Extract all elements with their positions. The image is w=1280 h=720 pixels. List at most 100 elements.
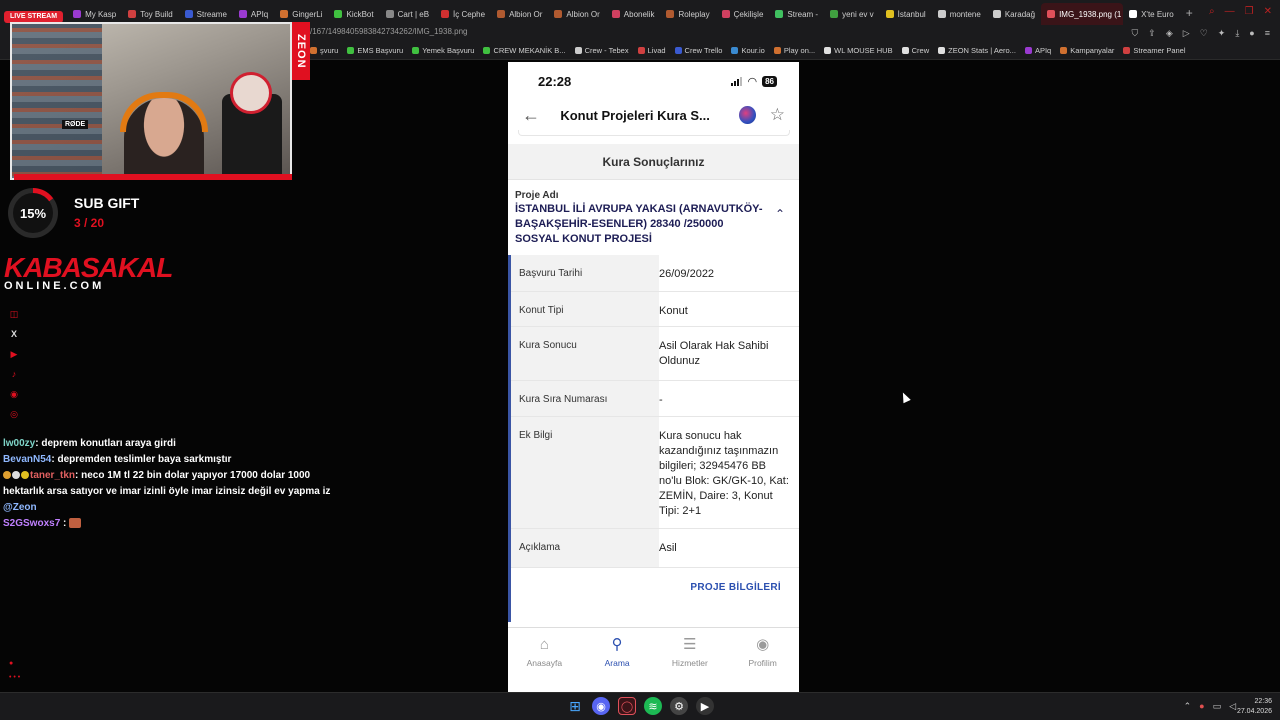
menu-icon[interactable]: ≡ (1265, 28, 1270, 39)
tab-label: Anasayfa (526, 658, 563, 668)
project-info-button[interactable]: PROJE BİLGİLERİ (690, 582, 781, 593)
extensions-icon[interactable]: ✦ (1218, 28, 1226, 39)
chat-emote-icon (69, 518, 82, 529)
bookmark-favicon-icon (1123, 47, 1131, 54)
browser-app-icon[interactable]: ◯ (618, 697, 636, 715)
assistant-icon[interactable] (738, 106, 756, 124)
bookmark-label: APIq (1034, 46, 1052, 55)
spotify-app-icon[interactable]: ≋ (644, 697, 662, 715)
search-tabs-icon[interactable]: ⌕ (1209, 6, 1215, 17)
bottom-tab-bar: ⌂ Anasayfa ⚲ Arama ☰ Hizmetler ◉ Profilim (508, 627, 799, 692)
browser-tab[interactable]: Abonelik (606, 3, 661, 25)
bookmark-item[interactable]: şvuru (310, 46, 338, 55)
close-icon[interactable]: ✕ (1264, 6, 1272, 17)
browser-tab[interactable]: Albion Or (548, 3, 605, 25)
play-icon[interactable]: ▷ (1183, 28, 1190, 39)
chat-badge-icon (3, 471, 11, 480)
signal-icon (731, 76, 743, 86)
browser-tab[interactable]: Stream - (769, 3, 824, 25)
bookmark-item[interactable]: Crew Trello (674, 46, 722, 55)
bookmark-item[interactable]: Crew (901, 46, 929, 55)
taskbar-clock[interactable]: 22:36 27.04.2026 (1237, 697, 1272, 717)
bookmark-item[interactable]: WL MOUSE HUB (824, 46, 893, 55)
url-text[interactable]: /167/1498405983842734262/IMG_1938.png (310, 27, 467, 36)
bookmark-item[interactable]: CREW MEKANİK B... (483, 46, 566, 55)
brand-main-text: KABASAKAL (4, 252, 173, 283)
detail-key: Açıklama (511, 529, 659, 567)
download-icon[interactable]: ⤓ (1235, 28, 1239, 39)
bookmark-item[interactable]: Livad (637, 46, 666, 55)
bookmark-item[interactable]: Streamer Panel (1123, 46, 1186, 55)
tab-favicon-icon (1047, 10, 1056, 18)
chat-username: S2GSwoxs7 (3, 518, 61, 529)
browser-tab[interactable]: Karadağ (987, 3, 1041, 25)
detail-value: Asil Olarak Hak Sahibi Oldunuz (659, 340, 769, 367)
steam-app-icon[interactable]: ⚙ (670, 697, 688, 715)
browser-tab[interactable]: Roleplay (660, 3, 715, 25)
project-header[interactable]: Proje Adı İSTANBUL İLİ AVRUPA YAKASI (AR… (508, 181, 799, 255)
window-controls: ⌕ — ❐ ✕ (1209, 6, 1272, 17)
maximize-icon[interactable]: ❐ (1245, 6, 1254, 17)
bookmark-favicon-icon (412, 47, 420, 54)
new-tab-button[interactable]: + (1180, 6, 1199, 20)
tab-favicon-icon (334, 10, 343, 18)
windows-start-icon[interactable]: ⊞ (566, 697, 584, 715)
network-icon[interactable]: ▭ (1213, 701, 1222, 712)
browser-tab-label: Streame (196, 9, 227, 19)
chevron-up-icon[interactable]: ⌃ (775, 207, 785, 221)
media-app-icon[interactable]: ▶ (696, 697, 714, 715)
detail-row: Konut Tipi Konut (511, 292, 799, 327)
share-icon[interactable]: ⇪ (1148, 28, 1156, 39)
sub-goal-percent: 15% (13, 193, 53, 233)
minimize-icon[interactable]: — (1225, 6, 1235, 17)
browser-tab[interactable]: LIVE STREAM (4, 10, 64, 23)
bookmark-item[interactable]: Crew - Tebex (574, 46, 629, 55)
tab-hizmetler[interactable]: ☰ Hizmetler (660, 636, 720, 692)
bookmark-icon[interactable]: ⛉ (1132, 28, 1139, 39)
section-title: Kura Sonuçlarınız (508, 144, 799, 180)
browser-tab[interactable]: İstanbul (880, 3, 932, 25)
browser-tab[interactable]: Çekilişle (716, 3, 770, 25)
speaker-icon[interactable]: ◁ (1229, 701, 1236, 712)
discord-app-icon[interactable]: ◉ (592, 697, 610, 715)
webcam-mic-label: RØDE (62, 120, 89, 129)
tab-label: Hizmetler (671, 658, 708, 668)
browser-tab[interactable]: IMG_1938.png (1 (1041, 3, 1124, 25)
browser-tab[interactable]: İç Cephe (435, 3, 491, 25)
browser-tab-label: APIq (250, 9, 269, 19)
profile-icon[interactable]: ● (1249, 28, 1254, 39)
bookmark-item[interactable]: Yemek Başvuru (412, 46, 474, 55)
bookmark-item[interactable]: Play on... (773, 46, 815, 55)
browser-tab[interactable]: montene (932, 3, 987, 25)
back-arrow-icon[interactable]: ← (522, 105, 546, 126)
browser-tab[interactable]: Cart | eB (380, 3, 435, 25)
bookmark-label: Kampanyalar (1070, 46, 1115, 55)
browser-tab[interactable]: Albion Or (491, 3, 548, 25)
zeon-label: ZEON (292, 22, 310, 80)
tab-arama[interactable]: ⚲ Arama (587, 636, 647, 692)
system-tray: ⌃ ● ▭ ◁ (1184, 701, 1236, 712)
overlay-footer-mark: ● • • • (9, 660, 21, 681)
tab-favicon-icon (184, 10, 193, 18)
instagram-icon: ◫ (9, 308, 19, 319)
tab-anasayfa[interactable]: ⌂ Anasayfa (514, 636, 574, 692)
tab-label: Profilim (748, 658, 777, 668)
mic-icon[interactable]: ● (1199, 701, 1204, 712)
bookmark-item[interactable]: Kour.io (731, 46, 765, 55)
shield-icon[interactable]: ◈ (1166, 28, 1173, 39)
star-icon[interactable]: ☆ (770, 105, 785, 125)
heart-icon[interactable]: ♡ (1200, 28, 1208, 39)
bookmark-item[interactable]: Kampanyalar (1060, 46, 1114, 55)
browser-tab[interactable]: yeni ev v (824, 3, 880, 25)
tray-chevron-icon[interactable]: ⌃ (1184, 701, 1192, 712)
bookmark-item[interactable]: ZEON Stats | Aero... (938, 46, 1016, 55)
chat-text: : (60, 518, 70, 529)
wifi-icon: ◠ (747, 75, 758, 88)
detail-value: Asil (659, 542, 677, 554)
bookmark-item[interactable]: EMS Başvuru (347, 46, 403, 55)
browser-tab[interactable]: KickBot (328, 3, 379, 25)
browser-tab-label: montene (949, 9, 981, 19)
tab-profilim[interactable]: ◉ Profilim (733, 636, 793, 692)
bookmark-item[interactable]: APIq (1024, 46, 1052, 55)
browser-tab[interactable]: X'te Euro (1123, 3, 1180, 25)
